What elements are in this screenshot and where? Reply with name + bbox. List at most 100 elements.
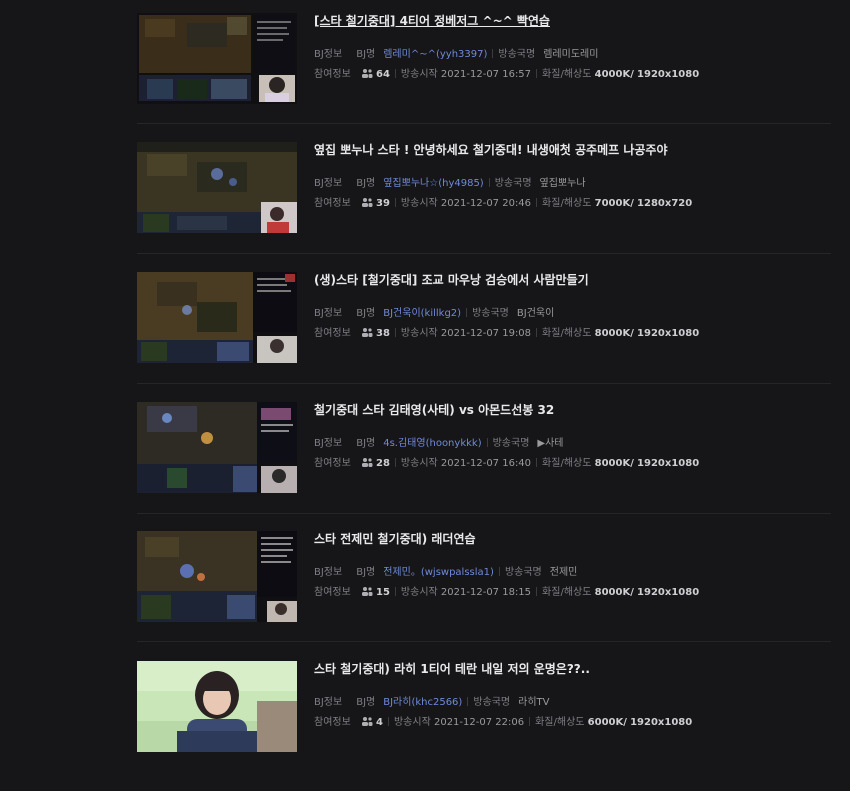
bj-name-label: BJ명 <box>356 438 376 449</box>
bj-info-row: BJ정보 BJ명 전제민。(wjswpalssla1) 방송국명 전제민 <box>314 566 577 580</box>
broadcast-title[interactable]: (생)스타 [철기중대] 조교 마우낭 검승에서 사람만들기 <box>314 272 589 288</box>
participation-row: 참여정보 38 방송시작 2021-12-07 19:08 화질/해상도 8000K… <box>314 327 699 341</box>
broadcast-thumbnail[interactable] <box>137 142 297 233</box>
participation-label: 참여정보 <box>314 587 351 598</box>
broadcast-thumbnail[interactable] <box>137 272 297 363</box>
viewer-count: 15 <box>376 587 390 598</box>
bj-name-link[interactable]: 전제민。(wjswpalssla1) <box>383 567 494 578</box>
start-time: 2021-12-07 18:15 <box>440 587 532 598</box>
participation-row: 참여정보 64 방송시작 2021-12-07 16:57 화질/해상도 4000K… <box>314 68 699 82</box>
separator <box>492 49 494 58</box>
bitrate: 7000K/ <box>594 198 634 209</box>
bj-name-link[interactable]: 렘레미^~^(yyh3397) <box>383 49 487 60</box>
bitrate: 6000K/ <box>587 717 627 728</box>
viewers-icon <box>361 69 373 78</box>
participation-row: 참여정보 28 방송시작 2021-12-07 16:40 화질/해상도 8000K… <box>314 457 699 471</box>
divider <box>137 123 831 124</box>
viewers-icon <box>361 587 373 596</box>
viewer-count: 38 <box>376 328 390 339</box>
quality-label: 화질/해상도 <box>542 198 592 209</box>
broadcast-thumbnail[interactable] <box>137 531 297 622</box>
separator <box>536 587 538 596</box>
start-time-label: 방송시작 <box>400 587 438 598</box>
separator <box>536 458 538 467</box>
bj-info-label: BJ정보 <box>314 308 343 319</box>
bitrate: 8000K/ <box>594 328 634 339</box>
divider <box>137 641 831 642</box>
start-time-label: 방송시작 <box>400 198 438 209</box>
resolution: 1920x1080 <box>637 587 700 598</box>
station-label: 방송국명 <box>494 178 532 189</box>
separator <box>536 198 538 207</box>
bj-name-link[interactable]: 옆집뽀누나☆(hy4985) <box>383 178 483 189</box>
participation-row: 참여정보 39 방송시작 2021-12-07 20:46 화질/해상도 7000K… <box>314 197 692 211</box>
broadcast-thumbnail[interactable] <box>137 661 297 752</box>
resolution: 1280x720 <box>637 198 693 209</box>
broadcast-title[interactable]: 스타 철기중대) 라히 1티어 테란 내일 저의 운명은??.. <box>314 661 590 677</box>
bj-info-label: BJ정보 <box>314 49 343 60</box>
resolution: 1920x1080 <box>637 69 700 80</box>
list-item: 스타 철기중대) 라히 1티어 테란 내일 저의 운명은??.. BJ정보 BJ명… <box>137 661 831 791</box>
bj-info-label: BJ정보 <box>314 567 343 578</box>
station-name: 라히TV <box>518 697 550 708</box>
bj-info-label: BJ정보 <box>314 178 343 189</box>
start-time: 2021-12-07 16:40 <box>440 458 532 469</box>
start-time-label: 방송시작 <box>400 328 438 339</box>
separator <box>467 697 469 706</box>
participation-label: 참여정보 <box>314 717 351 728</box>
viewer-count: 28 <box>376 458 390 469</box>
separator <box>394 69 396 78</box>
participation-label: 참여정보 <box>314 69 351 80</box>
broadcast-title[interactable]: 옆집 뽀누나 스타 ! 안녕하세요 철기중대! 내생애첫 공주메프 나공주야 <box>314 142 668 158</box>
bj-name-label: BJ명 <box>356 308 376 319</box>
viewers-icon <box>361 717 373 726</box>
bitrate: 8000K/ <box>594 587 634 598</box>
bj-name-label: BJ명 <box>356 567 376 578</box>
bj-info-row: BJ정보 BJ명 BJ건욱이(killkg2) 방송국명 BJ건욱이 <box>314 307 554 321</box>
separator <box>387 717 389 726</box>
bj-name-link[interactable]: BJ라히(khc2566) <box>383 697 462 708</box>
bj-info-label: BJ정보 <box>314 438 343 449</box>
separator <box>394 458 396 467</box>
viewers-icon <box>361 458 373 467</box>
station-label: 방송국명 <box>504 567 542 578</box>
station-name: ▶사테 <box>537 438 564 449</box>
separator <box>488 178 490 187</box>
separator <box>394 587 396 596</box>
separator <box>536 69 538 78</box>
bj-info-row: BJ정보 BJ명 BJ라히(khc2566) 방송국명 라히TV <box>314 696 550 710</box>
broadcast-thumbnail[interactable] <box>137 13 297 104</box>
separator <box>394 198 396 207</box>
start-time: 2021-12-07 16:57 <box>440 69 532 80</box>
quality-label: 화질/해상도 <box>542 587 592 598</box>
divider <box>137 253 831 254</box>
viewers-icon <box>361 328 373 337</box>
separator <box>466 308 468 317</box>
separator <box>498 567 500 576</box>
station-label: 방송국명 <box>473 697 511 708</box>
bj-name-label: BJ명 <box>356 697 376 708</box>
bj-name-link[interactable]: 4s.김태영(hoonykkk) <box>383 438 481 449</box>
quality-label: 화질/해상도 <box>535 717 585 728</box>
start-time-label: 방송시작 <box>393 717 431 728</box>
resolution: 1920x1080 <box>637 458 700 469</box>
resolution: 1920x1080 <box>630 717 693 728</box>
bj-info-row: BJ정보 BJ명 4s.김태영(hoonykkk) 방송국명 ▶사테 <box>314 437 564 451</box>
start-time-label: 방송시작 <box>400 458 438 469</box>
station-name: 옆집뽀누나 <box>539 178 586 189</box>
station-label: 방송국명 <box>472 308 509 319</box>
bj-name-link[interactable]: BJ건욱이(killkg2) <box>383 308 461 319</box>
participation-label: 참여정보 <box>314 328 351 339</box>
separator <box>486 438 488 447</box>
bj-info-row: BJ정보 BJ명 렘레미^~^(yyh3397) 방송국명 렘레미도레미 <box>314 48 598 62</box>
broadcast-title[interactable]: [스타 철기중대] 4티어 정베저그 ^~^ 빡연습 <box>314 13 550 29</box>
broadcast-thumbnail[interactable] <box>137 402 297 493</box>
separator <box>529 717 531 726</box>
viewer-count: 39 <box>376 198 390 209</box>
participation-row: 참여정보 4 방송시작 2021-12-07 22:06 화질/해상도 6000K/… <box>314 716 692 730</box>
broadcast-title[interactable]: 철기중대 스타 김태영(사테) vs 아몬드선봉 32 <box>314 402 554 418</box>
viewer-count: 4 <box>376 717 383 728</box>
bj-name-label: BJ명 <box>356 178 376 189</box>
broadcast-title[interactable]: 스타 전제민 철기중대) 래더연습 <box>314 531 476 547</box>
viewers-icon <box>361 198 373 207</box>
